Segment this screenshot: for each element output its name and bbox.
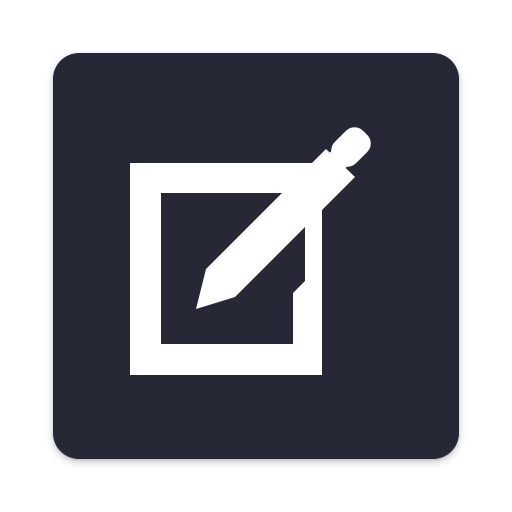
- edit-app-icon[interactable]: [53, 53, 459, 459]
- pencil-icon: [196, 127, 371, 309]
- canvas: [0, 0, 512, 512]
- edit-glyph: [130, 127, 371, 375]
